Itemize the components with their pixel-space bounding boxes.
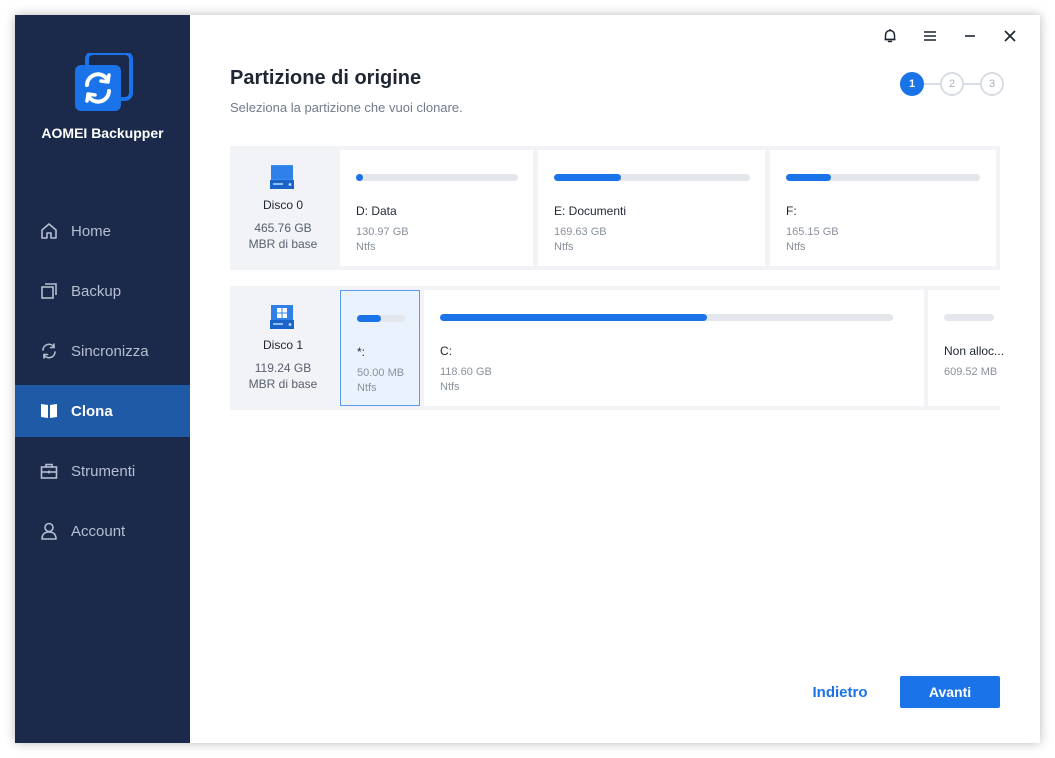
- partition-size: 169.63 GB: [554, 226, 607, 238]
- usage-bar: [356, 174, 518, 181]
- sidebar-item-label: Account: [71, 522, 126, 540]
- sidebar-item-label: Home: [71, 222, 112, 240]
- backup-icon: [41, 283, 57, 299]
- sidebar-item-label: Strumenti: [71, 462, 136, 480]
- menu-button[interactable]: [910, 25, 950, 47]
- step-connector: [964, 83, 980, 85]
- menu-icon: [924, 31, 936, 41]
- partition-size: 130.97 GB: [356, 226, 409, 238]
- page-title: Partizione di origine: [230, 67, 422, 89]
- sidebar-item-label: Sincronizza: [71, 342, 149, 360]
- user-icon: [41, 522, 57, 540]
- step-3: 3: [980, 72, 1004, 96]
- sync-icon: [42, 343, 56, 359]
- minimize-icon: [965, 35, 975, 37]
- usage-bar: [554, 174, 750, 181]
- app-window: AOMEI Backupper Home Backup Sincronizza …: [15, 15, 1040, 743]
- usage-bar: [944, 314, 994, 321]
- partition-size: 118.60 GB: [440, 366, 492, 378]
- next-button[interactable]: Avanti: [900, 676, 1000, 708]
- system-disk-icon: [270, 305, 294, 329]
- partition-card-unallocated[interactable]: Non alloc... 609.52 MB: [928, 290, 1012, 406]
- sidebar-item-label: Backup: [71, 282, 122, 300]
- disk-type: MBR di base: [248, 377, 318, 391]
- sidebar-item-strumenti[interactable]: Strumenti: [15, 445, 190, 497]
- hard-disk-icon: [270, 165, 294, 189]
- partition-label: E: Documenti: [554, 204, 627, 218]
- disk-type: MBR di base: [248, 237, 318, 251]
- partition-card-f[interactable]: F: 165.15 GB Ntfs: [770, 150, 996, 266]
- usage-bar-fill: [440, 314, 707, 321]
- partition-card-c[interactable]: C: 118.60 GB Ntfs: [424, 290, 924, 406]
- sidebar-item-label: Clona: [71, 402, 113, 420]
- partition-filesystem: Ntfs: [356, 241, 376, 253]
- page-subtitle: Seleziona la partizione che vuoi clonare…: [230, 100, 463, 115]
- usage-bar-fill: [357, 315, 381, 322]
- usage-bar-fill: [554, 174, 621, 181]
- tools-icon: [40, 463, 58, 479]
- partition-size: 165.15 GB: [786, 226, 839, 238]
- home-icon: [41, 223, 57, 239]
- usage-bar: [786, 174, 980, 181]
- app-name: AOMEI Backupper: [41, 125, 164, 141]
- step-connector: [924, 83, 940, 85]
- sidebar-item-clona[interactable]: Clona: [15, 385, 190, 437]
- sidebar-item-home[interactable]: Home: [15, 205, 190, 257]
- partition-filesystem: Ntfs: [554, 241, 574, 253]
- close-icon: [1004, 30, 1016, 42]
- step-1: 1: [900, 72, 924, 96]
- sidebar-item-backup[interactable]: Backup: [15, 265, 190, 317]
- disk-size: 119.24 GB: [254, 361, 312, 375]
- partition-card-star[interactable]: *: 50.00 MB Ntfs: [340, 290, 420, 406]
- close-button[interactable]: [990, 25, 1030, 47]
- step-2: 2: [940, 72, 964, 96]
- sidebar: AOMEI Backupper Home Backup Sincronizza …: [15, 15, 190, 743]
- partition-filesystem: Ntfs: [440, 381, 460, 393]
- partition-label: C:: [440, 344, 452, 358]
- partition-label: Non alloc...: [944, 344, 1005, 358]
- partition-size: 609.52 MB: [944, 366, 998, 378]
- partition-label: F:: [786, 204, 797, 218]
- titlebar-controls: [870, 25, 1030, 47]
- app-logo-icon: [75, 53, 133, 111]
- sidebar-nav: Home Backup Sincronizza Clona Strumenti …: [15, 205, 190, 565]
- partition-card-e[interactable]: E: Documenti 169.63 GB Ntfs: [538, 150, 765, 266]
- disk-info: Disco 0 465.76 GB MBR di base: [230, 146, 336, 270]
- usage-bar-fill: [356, 174, 363, 181]
- sidebar-item-account[interactable]: Account: [15, 505, 190, 557]
- usage-bar: [440, 314, 893, 321]
- step-indicator: 1 2 3: [900, 72, 1004, 96]
- disk-row-disco-0: Disco 0 465.76 GB MBR di base D: Data 13…: [230, 146, 1000, 270]
- clone-icon: [41, 404, 57, 418]
- bell-icon: [884, 28, 896, 43]
- disk-size: 465.76 GB: [254, 221, 312, 235]
- notifications-button[interactable]: [870, 25, 910, 47]
- usage-bar-fill: [786, 174, 831, 181]
- disk-name: Disco 0: [262, 198, 303, 212]
- partition-size: 50.00 MB: [357, 367, 405, 379]
- disk-row-disco-1: Disco 1 119.24 GB MBR di base *: 50.00 M…: [230, 286, 1012, 410]
- minimize-button[interactable]: [950, 25, 990, 47]
- partition-label: D: Data: [356, 204, 397, 218]
- partition-card-d[interactable]: D: Data 130.97 GB Ntfs: [340, 150, 533, 266]
- back-button[interactable]: Indietro: [802, 676, 878, 708]
- disk-name: Disco 1: [262, 338, 303, 352]
- usage-bar: [357, 315, 405, 322]
- partition-label: *:: [357, 345, 366, 359]
- disk-info: Disco 1 119.24 GB MBR di base: [230, 286, 336, 410]
- partition-filesystem: Ntfs: [786, 241, 806, 253]
- partition-filesystem: Ntfs: [357, 382, 377, 394]
- sidebar-item-sincronizza[interactable]: Sincronizza: [15, 325, 190, 377]
